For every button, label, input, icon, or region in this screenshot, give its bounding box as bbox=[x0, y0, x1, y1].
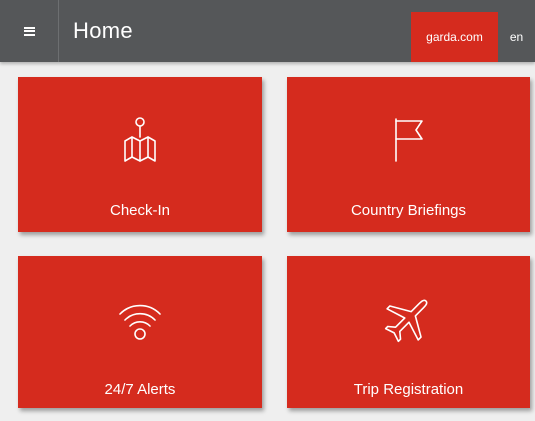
flag-icon bbox=[394, 118, 423, 162]
menu-button[interactable] bbox=[0, 0, 58, 62]
wifi-signal-icon bbox=[119, 304, 161, 340]
hamburger-icon bbox=[23, 26, 35, 36]
tile-trip-registration[interactable]: Trip Registration bbox=[287, 256, 530, 408]
tile-check-in[interactable]: Check-In bbox=[18, 77, 262, 232]
garda-site-link[interactable]: garda.com bbox=[411, 12, 498, 62]
language-selector[interactable]: en bbox=[498, 12, 535, 62]
tile-country-briefings[interactable]: Country Briefings bbox=[287, 77, 530, 232]
map-pin-icon bbox=[124, 117, 156, 162]
airplane-icon bbox=[384, 299, 427, 343]
app-root: Home garda.com en Check-In Country Brief… bbox=[0, 0, 535, 421]
tile-label: Country Briefings bbox=[350, 202, 467, 219]
tile-24-7-alerts[interactable]: 24/7 Alerts bbox=[18, 256, 262, 408]
tile-label: 24/7 Alerts bbox=[104, 381, 176, 398]
tile-label: Check-In bbox=[109, 202, 171, 219]
page-title: Home bbox=[73, 18, 133, 43]
top-bar: Home garda.com en bbox=[0, 0, 535, 62]
tile-label: Trip Registration bbox=[353, 381, 464, 398]
header-divider bbox=[58, 0, 59, 62]
